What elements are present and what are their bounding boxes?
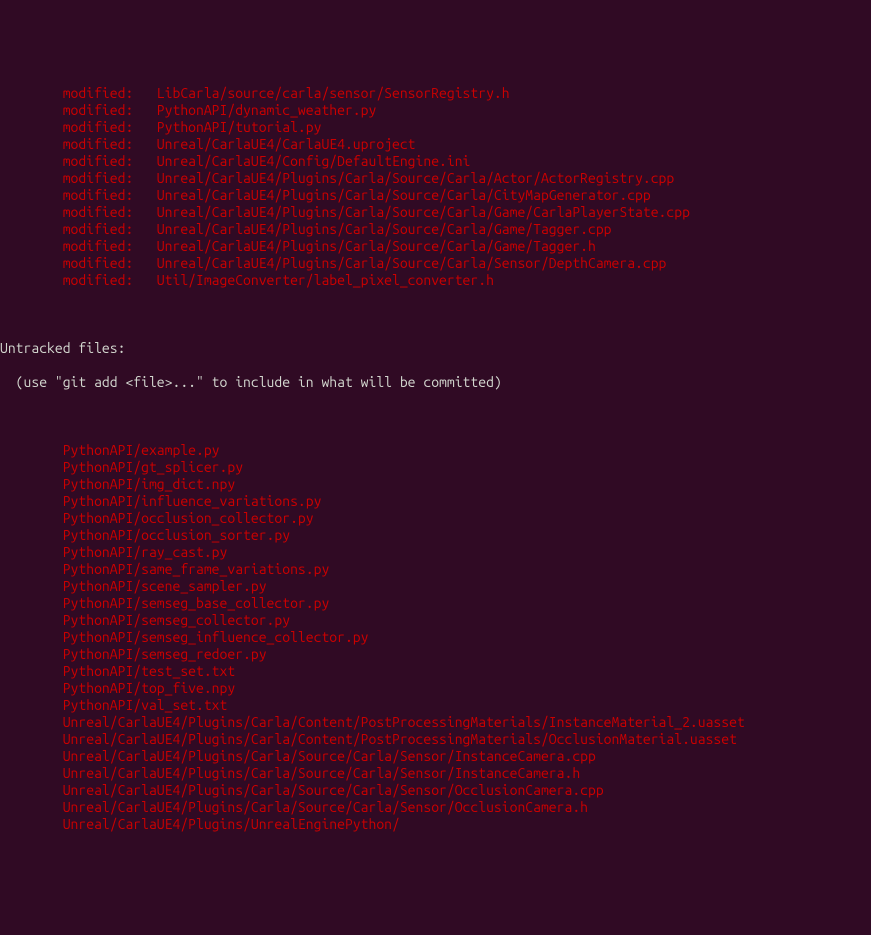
modified-file-line: modified: Unreal/CarlaUE4/CarlaUE4.uproj… [0, 136, 871, 153]
untracked-file-line: PythonAPI/occlusion_collector.py [0, 510, 871, 527]
untracked-file-line: Unreal/CarlaUE4/Plugins/Carla/Source/Car… [0, 765, 871, 782]
untracked-file-line: PythonAPI/example.py [0, 442, 871, 459]
untracked-file-line: Unreal/CarlaUE4/Plugins/Carla/Source/Car… [0, 799, 871, 816]
untracked-file-line: PythonAPI/semseg_influence_collector.py [0, 629, 871, 646]
modified-file-line: modified: Unreal/CarlaUE4/Plugins/Carla/… [0, 204, 871, 221]
terminal-output: modified: LibCarla/source/carla/sensor/S… [0, 68, 871, 850]
untracked-file-line: PythonAPI/gt_splicer.py [0, 459, 871, 476]
untracked-file-line: PythonAPI/semseg_redoer.py [0, 646, 871, 663]
modified-file-line: modified: PythonAPI/tutorial.py [0, 119, 871, 136]
untracked-header: Untracked files: [0, 340, 871, 357]
modified-file-line: modified: Unreal/CarlaUE4/Plugins/Carla/… [0, 170, 871, 187]
untracked-file-line: PythonAPI/test_set.txt [0, 663, 871, 680]
modified-file-line: modified: PythonAPI/dynamic_weather.py [0, 102, 871, 119]
untracked-file-line: PythonAPI/semseg_base_collector.py [0, 595, 871, 612]
modified-file-line: modified: Util/ImageConverter/label_pixe… [0, 272, 871, 289]
untracked-file-line: PythonAPI/val_set.txt [0, 697, 871, 714]
untracked-files-section: PythonAPI/example.py PythonAPI/gt_splice… [0, 442, 871, 833]
untracked-file-line: PythonAPI/scene_sampler.py [0, 578, 871, 595]
untracked-file-line: PythonAPI/top_five.npy [0, 680, 871, 697]
modified-file-line: modified: Unreal/CarlaUE4/Plugins/Carla/… [0, 255, 871, 272]
untracked-file-line: PythonAPI/occlusion_sorter.py [0, 527, 871, 544]
untracked-file-line: PythonAPI/influence_variations.py [0, 493, 871, 510]
untracked-file-line: PythonAPI/ray_cast.py [0, 544, 871, 561]
untracked-hint: (use "git add <file>..." to include in w… [0, 374, 871, 391]
modified-file-line: modified: Unreal/CarlaUE4/Plugins/Carla/… [0, 238, 871, 255]
untracked-file-line: Unreal/CarlaUE4/Plugins/Carla/Source/Car… [0, 782, 871, 799]
blank-line [0, 408, 871, 425]
untracked-file-line: Unreal/CarlaUE4/Plugins/Carla/Source/Car… [0, 748, 871, 765]
modified-file-line: modified: LibCarla/source/carla/sensor/S… [0, 85, 871, 102]
modified-file-line: modified: Unreal/CarlaUE4/Config/Default… [0, 153, 871, 170]
untracked-file-line: PythonAPI/same_frame_variations.py [0, 561, 871, 578]
blank-line [0, 306, 871, 323]
modified-file-line: modified: Unreal/CarlaUE4/Plugins/Carla/… [0, 221, 871, 238]
modified-files-section: modified: LibCarla/source/carla/sensor/S… [0, 85, 871, 289]
untracked-file-line: PythonAPI/semseg_collector.py [0, 612, 871, 629]
untracked-file-line: Unreal/CarlaUE4/Plugins/Carla/Content/Po… [0, 731, 871, 748]
untracked-file-line: Unreal/CarlaUE4/Plugins/Carla/Content/Po… [0, 714, 871, 731]
untracked-file-line: Unreal/CarlaUE4/Plugins/UnrealEnginePyth… [0, 816, 871, 833]
modified-file-line: modified: Unreal/CarlaUE4/Plugins/Carla/… [0, 187, 871, 204]
untracked-file-line: PythonAPI/img_dict.npy [0, 476, 871, 493]
